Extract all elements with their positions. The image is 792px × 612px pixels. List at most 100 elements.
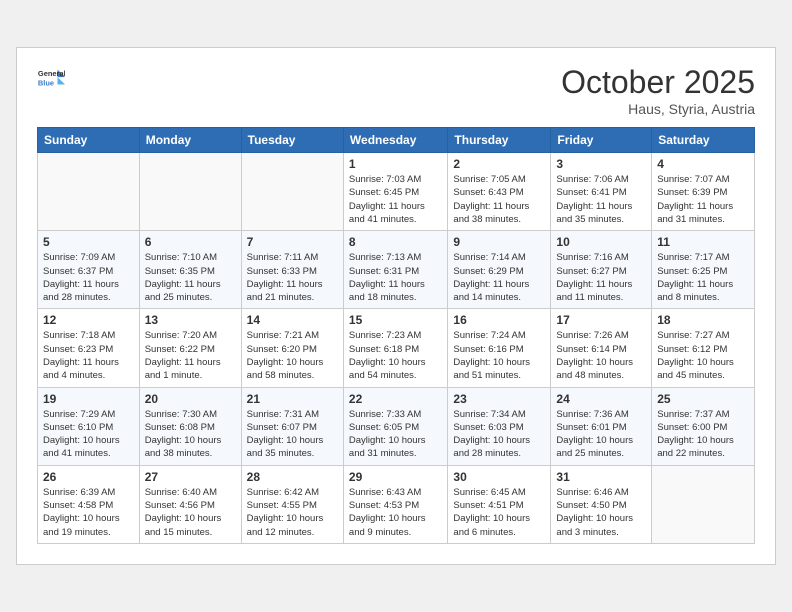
logo-icon: General Blue — [37, 64, 65, 92]
day-info: Sunrise: 7:09 AM Sunset: 6:37 PM Dayligh… — [43, 251, 134, 304]
day-number: 5 — [43, 235, 134, 249]
day-info: Sunrise: 6:39 AM Sunset: 4:58 PM Dayligh… — [43, 486, 134, 539]
calendar-cell: 20 Sunrise: 7:30 AM Sunset: 6:08 PM Dayli… — [139, 387, 241, 465]
calendar-cell: 22 Sunrise: 7:33 AM Sunset: 6:05 PM Dayli… — [343, 387, 448, 465]
day-info: Sunrise: 7:37 AM Sunset: 6:00 PM Dayligh… — [657, 408, 749, 461]
calendar-week-row: 19 Sunrise: 7:29 AM Sunset: 6:10 PM Dayli… — [38, 387, 755, 465]
calendar-cell: 29 Sunrise: 6:43 AM Sunset: 4:53 PM Dayli… — [343, 465, 448, 543]
calendar-cell: 18 Sunrise: 7:27 AM Sunset: 6:12 PM Dayli… — [652, 309, 755, 387]
day-number: 17 — [556, 313, 646, 327]
day-info: Sunrise: 7:33 AM Sunset: 6:05 PM Dayligh… — [349, 408, 443, 461]
day-number: 14 — [247, 313, 338, 327]
calendar-cell: 28Sunrise: 6:42 AM Sunset: 4:55 PM Dayli… — [241, 465, 343, 543]
calendar-header: General Blue October 2025 Haus, Styria, … — [37, 64, 755, 117]
calendar-cell: 12 Sunrise: 7:18 AM Sunset: 6:23 PM Dayli… — [38, 309, 140, 387]
header-tuesday: Tuesday — [241, 128, 343, 153]
header-thursday: Thursday — [448, 128, 551, 153]
day-number: 24 — [556, 392, 646, 406]
day-number: 19 — [43, 392, 134, 406]
calendar-cell: 17 Sunrise: 7:26 AM Sunset: 6:14 PM Dayli… — [551, 309, 652, 387]
header-wednesday: Wednesday — [343, 128, 448, 153]
calendar-cell — [139, 153, 241, 231]
day-number: 29 — [349, 470, 443, 484]
calendar-week-row: 12 Sunrise: 7:18 AM Sunset: 6:23 PM Dayli… — [38, 309, 755, 387]
day-info: Sunrise: 7:05 AM Sunset: 6:43 PM Dayligh… — [453, 173, 545, 226]
calendar-cell: 9Sunrise: 7:14 AM Sunset: 6:29 PM Daylig… — [448, 231, 551, 309]
day-info: Sunrise: 7:20 AM Sunset: 6:22 PM Dayligh… — [145, 329, 236, 382]
calendar-cell: 26 Sunrise: 6:39 AM Sunset: 4:58 PM Dayli… — [38, 465, 140, 543]
day-number: 11 — [657, 235, 749, 249]
calendar-cell: 23 Sunrise: 7:34 AM Sunset: 6:03 PM Dayli… — [448, 387, 551, 465]
day-number: 9 — [453, 235, 545, 249]
month-title: October 2025 — [561, 64, 755, 101]
day-info: Sunrise: 7:24 AM Sunset: 6:16 PM Dayligh… — [453, 329, 545, 382]
day-info: Sunrise: 6:46 AM Sunset: 4:50 PM Dayligh… — [556, 486, 646, 539]
day-number: 13 — [145, 313, 236, 327]
calendar-cell: 3 Sunrise: 7:06 AM Sunset: 6:41 PM Daylig… — [551, 153, 652, 231]
day-info: Sunrise: 7:27 AM Sunset: 6:12 PM Dayligh… — [657, 329, 749, 382]
day-info: Sunrise: 7:31 AM Sunset: 6:07 PM Dayligh… — [247, 408, 338, 461]
day-number: 20 — [145, 392, 236, 406]
header-friday: Friday — [551, 128, 652, 153]
calendar-week-row: 5 Sunrise: 7:09 AM Sunset: 6:37 PM Daylig… — [38, 231, 755, 309]
day-info: Sunrise: 7:29 AM Sunset: 6:10 PM Dayligh… — [43, 408, 134, 461]
day-info: Sunrise: 7:03 AM Sunset: 6:45 PM Dayligh… — [349, 173, 443, 226]
day-number: 1 — [349, 157, 443, 171]
day-number: 22 — [349, 392, 443, 406]
day-number: 2 — [453, 157, 545, 171]
calendar-cell: 5 Sunrise: 7:09 AM Sunset: 6:37 PM Daylig… — [38, 231, 140, 309]
calendar-cell: 8 Sunrise: 7:13 AM Sunset: 6:31 PM Daylig… — [343, 231, 448, 309]
day-info: Sunrise: 7:34 AM Sunset: 6:03 PM Dayligh… — [453, 408, 545, 461]
day-info: Sunrise: 7:36 AM Sunset: 6:01 PM Dayligh… — [556, 408, 646, 461]
day-number: 3 — [556, 157, 646, 171]
calendar-week-row: 1 Sunrise: 7:03 AM Sunset: 6:45 PM Daylig… — [38, 153, 755, 231]
day-info: Sunrise: 7:10 AM Sunset: 6:35 PM Dayligh… — [145, 251, 236, 304]
calendar-cell: 27 Sunrise: 6:40 AM Sunset: 4:56 PM Dayli… — [139, 465, 241, 543]
svg-text:General: General — [38, 69, 65, 78]
day-number: 12 — [43, 313, 134, 327]
day-info: Sunrise: 7:26 AM Sunset: 6:14 PM Dayligh… — [556, 329, 646, 382]
day-info: Sunrise: 7:13 AM Sunset: 6:31 PM Dayligh… — [349, 251, 443, 304]
day-info: Sunrise: 6:45 AM Sunset: 4:51 PM Dayligh… — [453, 486, 545, 539]
calendar-table: Sunday Monday Tuesday Wednesday Thursday… — [37, 127, 755, 544]
calendar-cell — [38, 153, 140, 231]
day-info: Sunrise: 7:23 AM Sunset: 6:18 PM Dayligh… — [349, 329, 443, 382]
calendar-cell: 11 Sunrise: 7:17 AM Sunset: 6:25 PM Dayli… — [652, 231, 755, 309]
day-number: 7 — [247, 235, 338, 249]
day-info: Sunrise: 6:43 AM Sunset: 4:53 PM Dayligh… — [349, 486, 443, 539]
header-saturday: Saturday — [652, 128, 755, 153]
day-info: Sunrise: 7:07 AM Sunset: 6:39 PM Dayligh… — [657, 173, 749, 226]
calendar-cell: 2 Sunrise: 7:05 AM Sunset: 6:43 PM Daylig… — [448, 153, 551, 231]
day-info: Sunrise: 6:40 AM Sunset: 4:56 PM Dayligh… — [145, 486, 236, 539]
calendar-container: General Blue October 2025 Haus, Styria, … — [16, 47, 776, 565]
calendar-cell — [652, 465, 755, 543]
calendar-cell: 13 Sunrise: 7:20 AM Sunset: 6:22 PM Dayli… — [139, 309, 241, 387]
day-info: Sunrise: 7:30 AM Sunset: 6:08 PM Dayligh… — [145, 408, 236, 461]
calendar-week-row: 26 Sunrise: 6:39 AM Sunset: 4:58 PM Dayli… — [38, 465, 755, 543]
day-number: 27 — [145, 470, 236, 484]
calendar-cell: 30 Sunrise: 6:45 AM Sunset: 4:51 PM Dayli… — [448, 465, 551, 543]
day-number: 23 — [453, 392, 545, 406]
calendar-cell: 14Sunrise: 7:21 AM Sunset: 6:20 PM Dayli… — [241, 309, 343, 387]
day-number: 18 — [657, 313, 749, 327]
day-number: 30 — [453, 470, 545, 484]
day-number: 21 — [247, 392, 338, 406]
day-info: Sunrise: 7:17 AM Sunset: 6:25 PM Dayligh… — [657, 251, 749, 304]
day-info: Sunrise: 6:42 AM Sunset: 4:55 PM Dayligh… — [247, 486, 338, 539]
day-number: 8 — [349, 235, 443, 249]
calendar-cell: 24 Sunrise: 7:36 AM Sunset: 6:01 PM Dayli… — [551, 387, 652, 465]
calendar-cell: 1 Sunrise: 7:03 AM Sunset: 6:45 PM Daylig… — [343, 153, 448, 231]
title-block: October 2025 Haus, Styria, Austria — [561, 64, 755, 117]
location: Haus, Styria, Austria — [561, 101, 755, 117]
header-sunday: Sunday — [38, 128, 140, 153]
day-number: 4 — [657, 157, 749, 171]
calendar-cell: 15Sunrise: 7:23 AM Sunset: 6:18 PM Dayli… — [343, 309, 448, 387]
day-number: 6 — [145, 235, 236, 249]
day-info: Sunrise: 7:11 AM Sunset: 6:33 PM Dayligh… — [247, 251, 338, 304]
day-info: Sunrise: 7:06 AM Sunset: 6:41 PM Dayligh… — [556, 173, 646, 226]
day-info: Sunrise: 7:18 AM Sunset: 6:23 PM Dayligh… — [43, 329, 134, 382]
logo: General Blue — [37, 64, 65, 92]
day-number: 10 — [556, 235, 646, 249]
calendar-cell: 19 Sunrise: 7:29 AM Sunset: 6:10 PM Dayli… — [38, 387, 140, 465]
day-number: 26 — [43, 470, 134, 484]
